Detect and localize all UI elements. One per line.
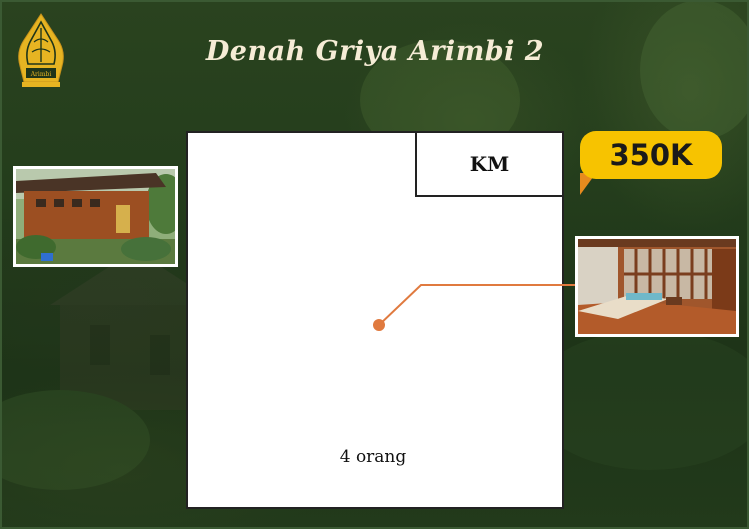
- slide: Arimbi Denah Griya Arimbi 2 KM 4 orang 3…: [0, 0, 749, 529]
- bathroom-area: KM: [415, 131, 564, 197]
- bathroom-label: KM: [469, 152, 510, 176]
- wooden-house-photo: [16, 169, 175, 264]
- bedroom-interior-photo: [578, 239, 736, 334]
- occupancy-label: 4 orang: [339, 447, 407, 467]
- interior-photo: [575, 236, 739, 337]
- price-badge: 350K: [580, 131, 722, 179]
- gunungan-logo-icon: Arimbi: [18, 13, 64, 87]
- page-title: Denah Griya Arimbi 2: [205, 36, 545, 67]
- exterior-photo: [13, 166, 178, 267]
- logo-text: Arimbi: [30, 71, 52, 78]
